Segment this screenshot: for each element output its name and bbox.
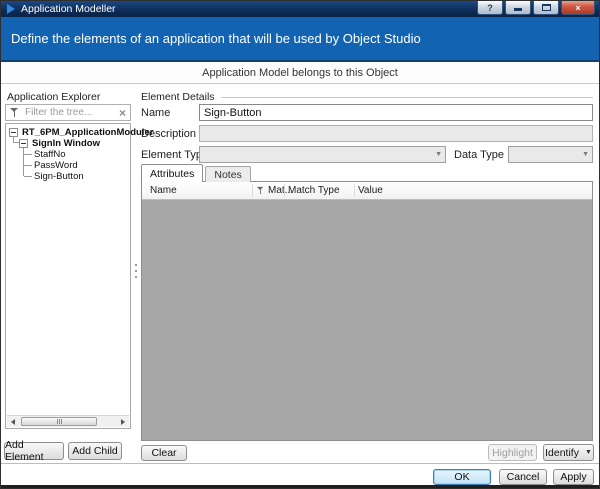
add-child-button[interactable]: Add Child [68, 442, 122, 460]
filter-funnel-icon [256, 186, 264, 195]
element-type-label: Element Type [141, 149, 209, 161]
window-controls: ? × [477, 1, 595, 15]
tree-connector-line [24, 154, 32, 155]
scroll-right-button[interactable] [117, 416, 129, 427]
tree-node-signin-window[interactable]: SignIn Window [19, 138, 100, 149]
help-icon: ? [487, 2, 493, 13]
maximize-icon [541, 4, 551, 11]
tree-filter-input[interactable] [23, 106, 115, 119]
application-modeller-window: Application Modeller ? × Define the elem… [0, 0, 600, 489]
app-play-icon [7, 4, 15, 14]
minimize-button[interactable] [505, 1, 531, 15]
ok-button[interactable]: OK [433, 469, 491, 485]
close-icon: × [575, 2, 581, 13]
attributes-table[interactable]: Name Mat... Match Type Value [141, 181, 593, 441]
tab-attributes[interactable]: Attributes [141, 164, 204, 182]
scroll-left-icon [11, 418, 15, 425]
tab-notes[interactable]: Notes [205, 166, 251, 182]
chevron-down-icon: ▼ [582, 151, 589, 158]
name-label: Name [141, 107, 171, 119]
tree-node-root[interactable]: RT_6PM_ApplicationModuler [9, 127, 153, 138]
filter-funnel-icon [10, 108, 19, 117]
scrollbar-track[interactable] [19, 417, 117, 426]
column-header-value[interactable]: Value [358, 182, 383, 199]
panel-splitter[interactable] [132, 241, 140, 301]
tree-node-password[interactable]: PassWord [34, 160, 78, 171]
help-button[interactable]: ? [477, 1, 503, 15]
data-type-dropdown: ▼ [508, 146, 593, 163]
scrollbar-thumb[interactable] [21, 417, 98, 426]
attributes-table-header: Name Mat... Match Type Value [142, 182, 592, 200]
element-details-title: Element Details [141, 91, 593, 103]
highlight-button: Highlight [488, 444, 537, 461]
description-label: Description [141, 128, 197, 140]
chevron-down-icon: ▼ [584, 449, 592, 456]
clear-filter-icon[interactable]: × [119, 107, 126, 119]
column-header-match-type[interactable]: Match Type [288, 182, 340, 199]
description-field [199, 125, 593, 142]
attributes-table-body [142, 200, 592, 441]
subheader-bar: Application Model belongs to this Object [1, 62, 599, 84]
details-tabs: Attributes Notes [141, 164, 251, 182]
banner: Define the elements of an application th… [1, 17, 599, 62]
element-type-dropdown: ▼ [199, 146, 446, 163]
apply-button[interactable]: Apply [553, 469, 594, 485]
window-bottom-border [1, 485, 599, 488]
clear-button[interactable]: Clear [141, 445, 187, 461]
explorer-title: Application Explorer [7, 91, 101, 103]
tree-connector-line [24, 165, 32, 166]
tree-connector-line [23, 147, 24, 176]
subheader-text: Application Model belongs to this Object [202, 66, 398, 79]
tree-expander-icon[interactable] [19, 139, 28, 148]
tree-filter: × [5, 104, 131, 121]
close-button[interactable]: × [561, 1, 595, 15]
chevron-down-icon: ▼ [435, 151, 442, 158]
maximize-button[interactable] [533, 1, 559, 15]
tree-connector-line [24, 176, 32, 177]
scroll-right-icon [121, 418, 125, 425]
name-field[interactable] [199, 104, 593, 121]
tree-node-sign-button[interactable]: Sign-Button [34, 171, 84, 182]
tree-node-staffno[interactable]: StaffNo [34, 149, 66, 160]
cancel-button[interactable]: Cancel [499, 469, 547, 485]
tree-expander-icon[interactable] [9, 128, 18, 137]
add-element-button[interactable]: Add Element [4, 439, 64, 463]
application-tree[interactable]: RT_6PM_ApplicationModuler SignIn Window … [5, 123, 153, 429]
window-title: Application Modeller [21, 3, 116, 15]
tree-horizontal-scrollbar[interactable] [7, 415, 129, 427]
minimize-icon [514, 8, 522, 11]
data-type-label: Data Type [454, 149, 504, 161]
scroll-left-button[interactable] [7, 416, 19, 427]
column-header-name[interactable]: Name [150, 182, 177, 199]
footer-divider [1, 463, 599, 464]
identify-button[interactable]: Identify ▼ [543, 444, 594, 461]
banner-text: Define the elements of an application th… [11, 31, 421, 46]
